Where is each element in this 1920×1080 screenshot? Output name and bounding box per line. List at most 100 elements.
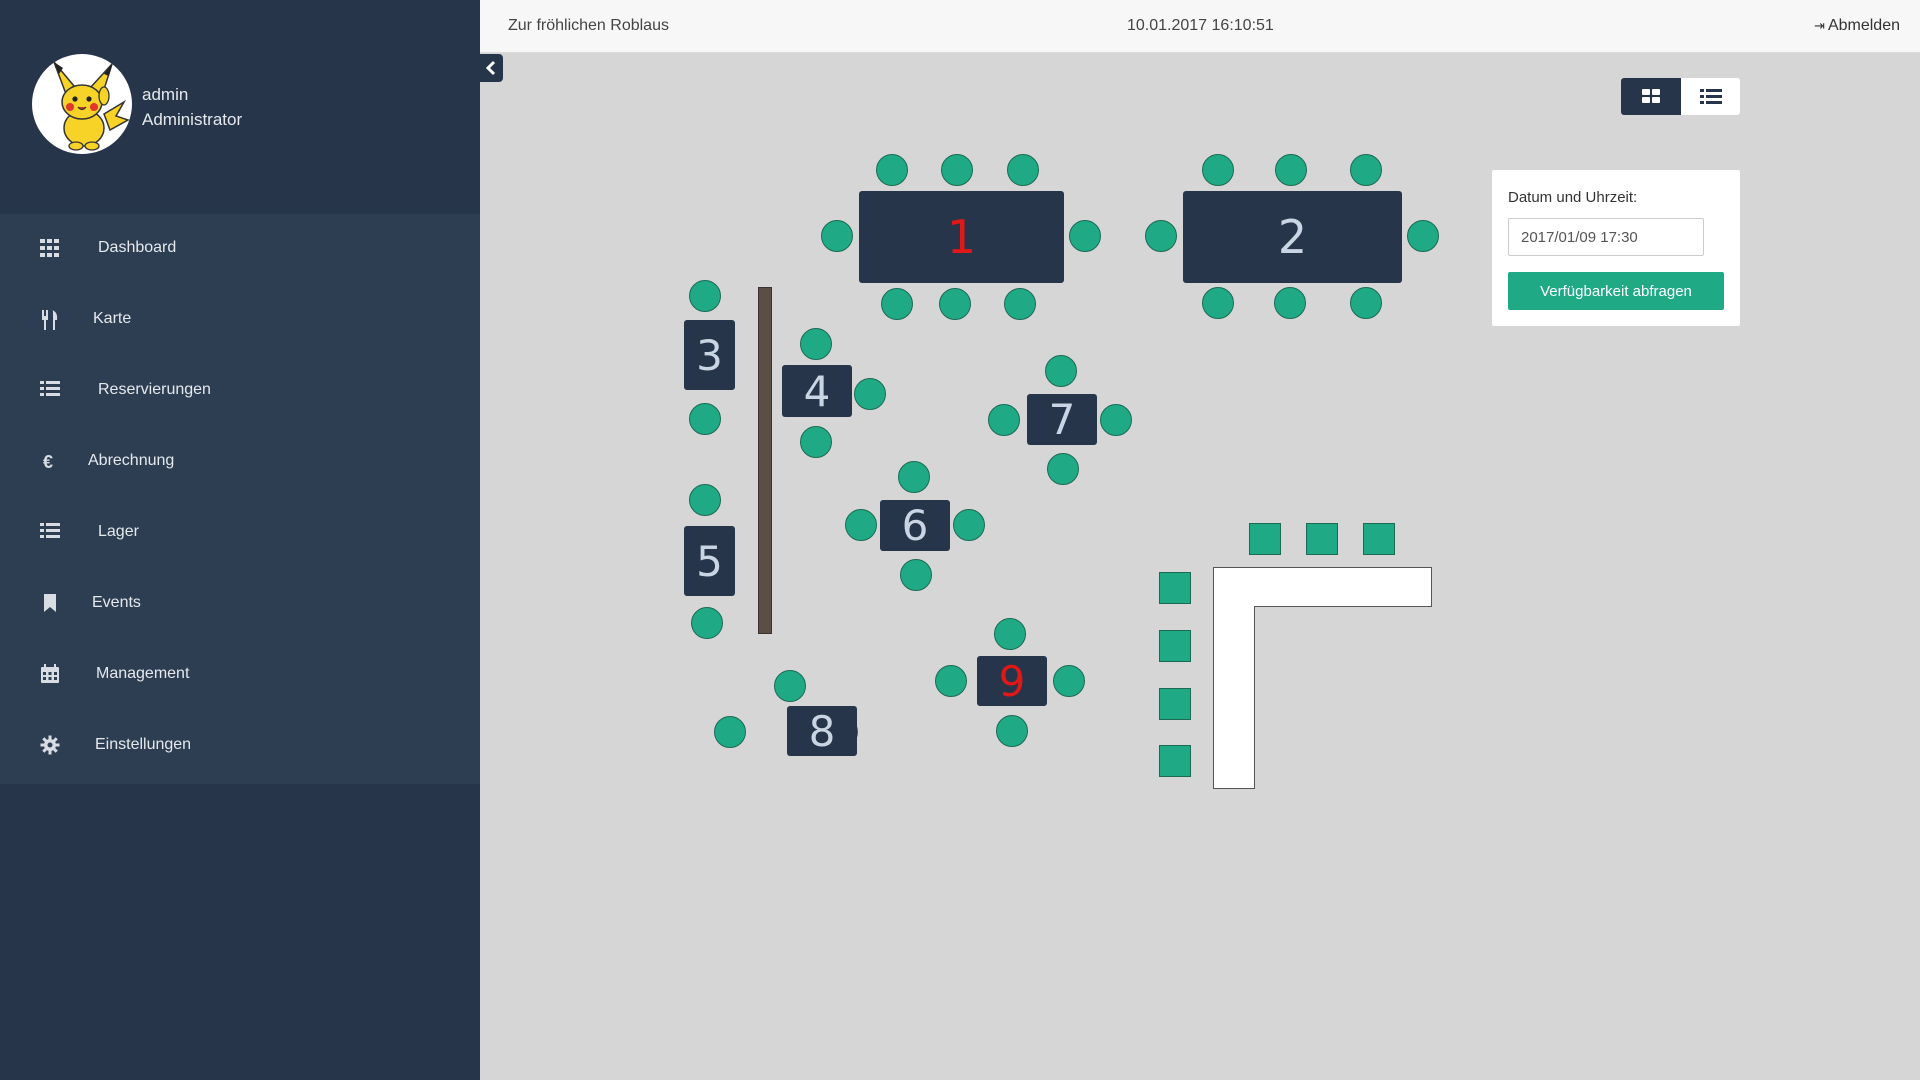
sidebar-item-einstellungen[interactable]: Einstellungen	[0, 711, 480, 782]
chair	[1350, 287, 1382, 319]
chair	[1407, 220, 1439, 252]
chair	[876, 154, 908, 186]
chair	[900, 559, 932, 591]
sidebar-item-abrechnung[interactable]: € Abrechnung	[0, 427, 480, 498]
euro-icon: €	[42, 452, 53, 472]
chair	[845, 509, 877, 541]
chair	[689, 280, 721, 312]
chevron-left-icon	[485, 60, 496, 76]
table-number: 8	[808, 706, 836, 756]
table-7[interactable]: 7	[1027, 394, 1097, 445]
table-number: 2	[1277, 210, 1308, 264]
chair	[881, 288, 913, 320]
chair	[1053, 665, 1085, 697]
cutlery-icon	[38, 309, 62, 331]
chair	[1007, 154, 1039, 186]
table-number: 5	[696, 536, 723, 586]
user-avatar	[32, 54, 132, 154]
chair	[1004, 288, 1036, 320]
bar-stool	[1159, 745, 1191, 777]
sidebar-item-label: Dashboard	[98, 239, 177, 256]
top-header: Zur fröhlichen Roblaus 10.01.2017 16:10:…	[480, 0, 1920, 53]
pikachu-avatar-image	[53, 61, 130, 151]
chair	[689, 484, 721, 516]
sidebar-item-label: Einstellungen	[95, 736, 192, 753]
chair	[988, 404, 1020, 436]
chair	[1100, 404, 1132, 436]
chair	[1275, 154, 1307, 186]
chair	[800, 426, 832, 458]
datetime-label: Datum und Uhrzeit:	[1508, 189, 1638, 206]
bookmark-icon	[38, 593, 62, 615]
table-number: 9	[998, 656, 1026, 706]
chair	[714, 716, 746, 748]
room-divider	[758, 287, 772, 634]
chair	[1350, 154, 1382, 186]
chair	[774, 670, 806, 702]
table-8[interactable]: 8	[787, 706, 857, 756]
restaurant-name: Zur fröhlichen Roblaus	[508, 17, 669, 34]
bar-counter	[1213, 567, 1432, 607]
sidebar-item-lager[interactable]: Lager	[0, 498, 480, 569]
sidebar-item-label: Lager	[98, 523, 139, 540]
chair	[689, 403, 721, 435]
logout-icon: ⇥	[1814, 18, 1825, 33]
chair	[1069, 220, 1101, 252]
chair	[1274, 287, 1306, 319]
sidebar-item-management[interactable]: Management	[0, 640, 480, 711]
chair	[1202, 154, 1234, 186]
table-number: 7	[1048, 395, 1076, 444]
sidebar: admin Administrator Dashboard Karte Rese…	[0, 0, 480, 1080]
sidebar-item-label: Abrechnung	[88, 452, 175, 469]
user-profile: admin Administrator	[0, 0, 480, 214]
chair	[1047, 453, 1079, 485]
sidebar-item-label: Management	[96, 665, 190, 682]
list-icon	[38, 380, 62, 402]
table-number: 1	[946, 210, 977, 264]
chair	[994, 618, 1026, 650]
list-icon	[38, 522, 62, 544]
check-availability-button[interactable]: Verfügbarkeit abfragen	[1508, 272, 1724, 310]
bar-stool	[1159, 572, 1191, 604]
table-3[interactable]: 3	[684, 320, 735, 390]
sidebar-item-dashboard[interactable]: Dashboard	[0, 214, 480, 285]
current-datetime: 10.01.2017 16:10:51	[1127, 17, 1274, 34]
table-number: 4	[803, 366, 831, 416]
user-role: Administrator	[142, 110, 243, 129]
table-2[interactable]: 2	[1183, 191, 1402, 283]
availability-panel: Datum und Uhrzeit: Verfügbarkeit abfrage…	[1492, 170, 1740, 326]
bar-counter	[1213, 606, 1255, 789]
chair	[939, 288, 971, 320]
chair	[941, 154, 973, 186]
grid-view-icon	[1642, 89, 1660, 103]
table-1[interactable]: 1	[859, 191, 1064, 283]
sidebar-item-reservierungen[interactable]: Reservierungen	[0, 356, 480, 427]
sidebar-item-karte[interactable]: Karte	[0, 285, 480, 356]
sidebar-item-label: Events	[92, 594, 141, 611]
chair	[691, 607, 723, 639]
gear-icon	[38, 735, 62, 757]
grid-view-button[interactable]	[1621, 78, 1681, 115]
chair	[953, 509, 985, 541]
view-toggle	[1621, 78, 1740, 115]
sidebar-collapse-button[interactable]	[480, 54, 503, 82]
table-6[interactable]: 6	[880, 500, 950, 551]
grid-icon	[38, 238, 62, 260]
table-4[interactable]: 4	[782, 365, 852, 417]
chair	[1145, 220, 1177, 252]
table-5[interactable]: 5	[684, 526, 735, 596]
table-9[interactable]: 9	[977, 656, 1047, 706]
chair	[821, 220, 853, 252]
table-number: 6	[901, 501, 929, 550]
sidebar-item-events[interactable]: Events	[0, 569, 480, 640]
logout-label: Abmelden	[1827, 17, 1900, 34]
datetime-input[interactable]	[1508, 218, 1704, 256]
bar-stool	[1306, 523, 1338, 555]
table-number: 3	[696, 330, 723, 380]
calendar-icon	[38, 664, 62, 686]
chair	[935, 665, 967, 697]
chair	[1202, 287, 1234, 319]
sidebar-item-label: Karte	[93, 310, 132, 327]
list-view-button[interactable]	[1681, 78, 1740, 115]
logout-button[interactable]: ⇥ Abmelden	[1814, 17, 1900, 35]
